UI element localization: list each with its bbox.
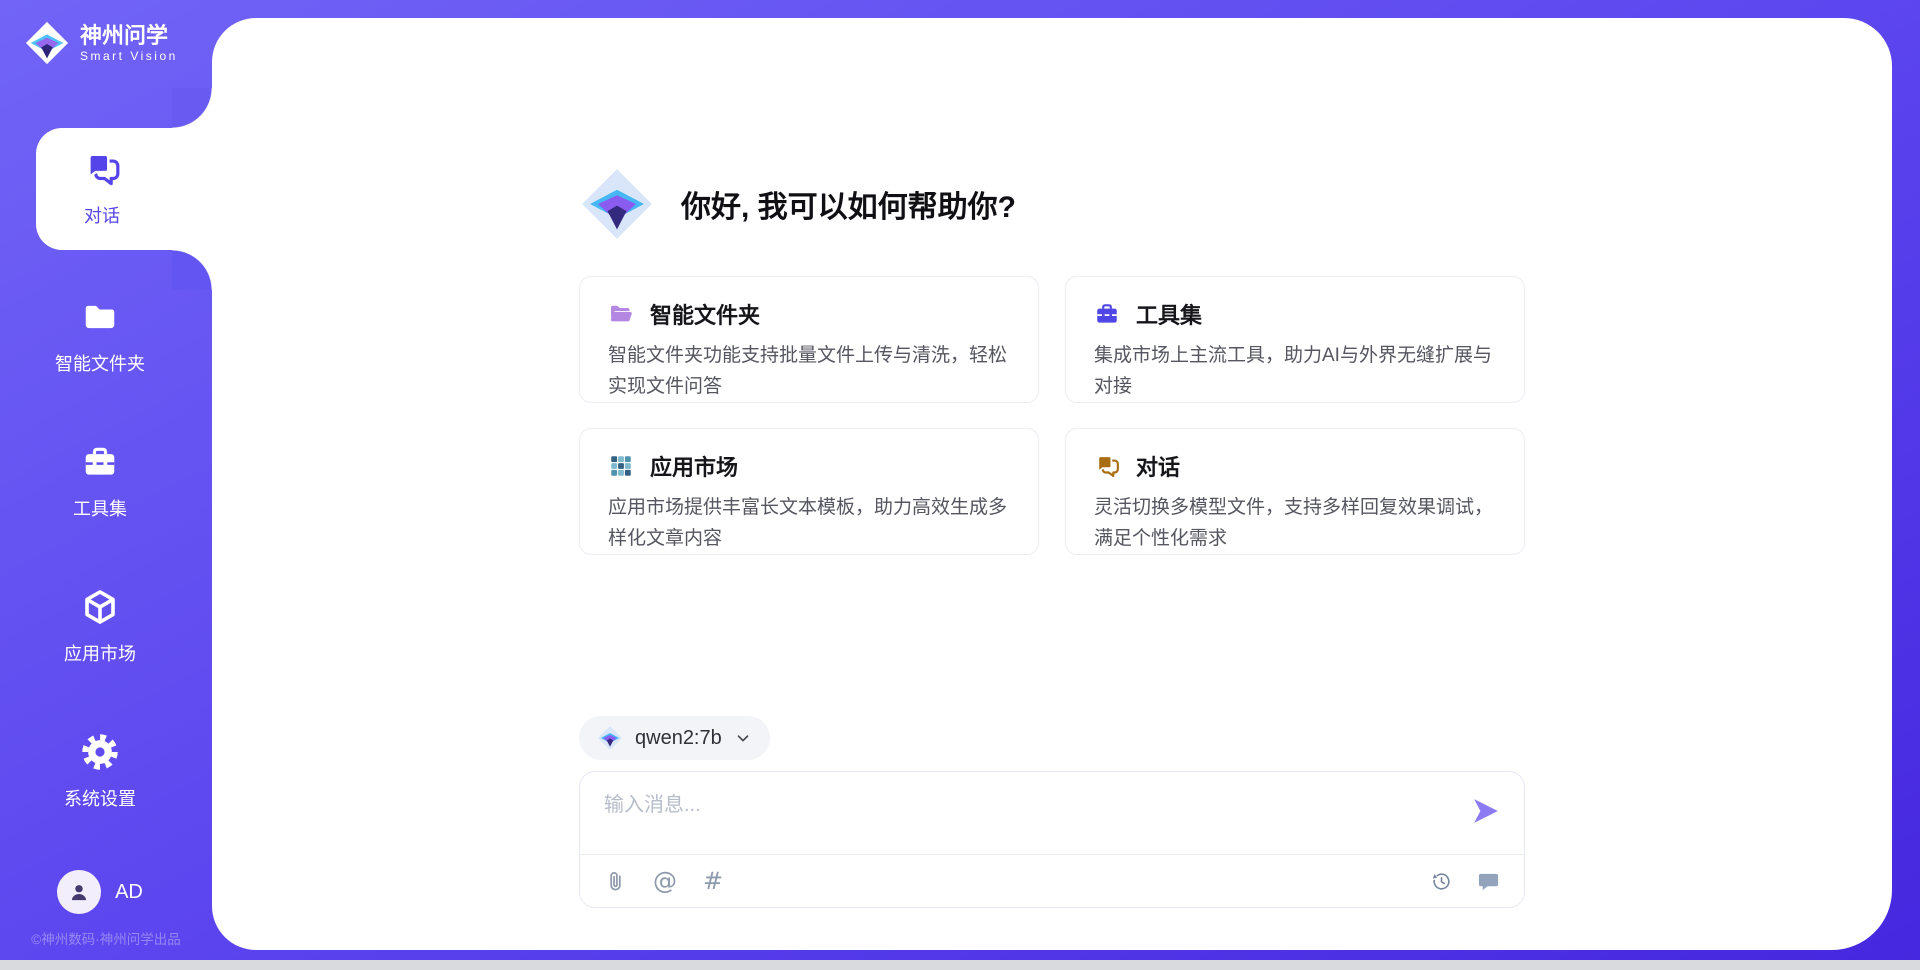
card-title: 工具集 — [1136, 298, 1202, 330]
grid-icon — [608, 453, 634, 479]
chevron-down-icon — [734, 729, 752, 747]
content-column: 你好, 我可以如何帮助你? 智能文件夹 智能文件夹功能支持批量文件上传与清洗，轻… — [579, 18, 1525, 950]
card-title: 对话 — [1136, 450, 1180, 482]
user-initials: AD — [115, 881, 143, 904]
sidebar-item-settings[interactable]: 系统设置 — [0, 733, 200, 811]
sidebar-item-label: 智能文件夹 — [55, 350, 145, 376]
toolbox-icon — [81, 443, 119, 486]
card-description: 灵活切换多模型文件，支持多样回复效果调试，满足个性化需求 — [1094, 492, 1496, 554]
at-icon: @ — [653, 869, 677, 893]
sidebar-item-toolset[interactable]: 工具集 — [0, 443, 200, 521]
topic-button[interactable]: # — [703, 869, 723, 893]
mention-button[interactable]: @ — [653, 869, 677, 893]
attach-button[interactable] — [604, 870, 627, 893]
history-icon — [1430, 870, 1453, 893]
history-button[interactable] — [1430, 870, 1453, 893]
brand-name: 神州问学 — [80, 23, 178, 48]
feedback-button[interactable] — [1477, 870, 1500, 893]
gear-icon — [81, 733, 119, 776]
hash-icon: # — [703, 869, 723, 893]
card-title: 智能文件夹 — [650, 298, 760, 330]
main-panel: 你好, 我可以如何帮助你? 智能文件夹 智能文件夹功能支持批量文件上传与清洗，轻… — [212, 18, 1892, 950]
card-description: 应用市场提供丰富长文本模板，助力高效生成多样化文章内容 — [608, 492, 1010, 554]
send-icon — [1471, 796, 1501, 826]
brand-subtitle: Smart Vision — [80, 49, 178, 63]
model-name: qwen2:7b — [635, 727, 722, 750]
person-icon — [66, 879, 92, 905]
card-description: 集成市场上主流工具，助力AI与外界无缝扩展与对接 — [1094, 340, 1496, 402]
copyright-text: ©神州数码·神州问学出品 — [0, 928, 212, 948]
app-root: 神州问学 Smart Vision 对话 智能文件夹 — [0, 0, 1920, 970]
sidebar-item-label: 系统设置 — [64, 785, 136, 811]
sidebar-item-app-market[interactable]: 应用市场 — [0, 588, 200, 666]
assistant-diamond-icon — [579, 166, 655, 242]
model-diamond-icon — [597, 725, 623, 751]
chat-bubble-icon — [1477, 870, 1500, 893]
composer-toolbar-right — [1430, 870, 1500, 893]
user-account[interactable]: AD — [0, 870, 200, 914]
message-composer: @ # — [579, 771, 1525, 908]
brand-diamond-icon — [24, 20, 70, 66]
sidebar-item-smart-folder[interactable]: 智能文件夹 — [0, 298, 200, 376]
card-chat[interactable]: 对话 灵活切换多模型文件，支持多样回复效果调试，满足个性化需求 — [1065, 428, 1525, 555]
sidebar-item-label: 应用市场 — [64, 640, 136, 666]
model-selector[interactable]: qwen2:7b — [579, 716, 770, 760]
avatar — [57, 870, 101, 914]
cube-icon — [81, 588, 119, 631]
feature-cards: 智能文件夹 智能文件夹功能支持批量文件上传与清洗，轻松实现文件问答 — [579, 276, 1525, 555]
brand-logo: 神州问学 Smart Vision — [24, 20, 178, 66]
folder-icon — [81, 298, 119, 341]
card-smart-folder[interactable]: 智能文件夹 智能文件夹功能支持批量文件上传与清洗，轻松实现文件问答 — [579, 276, 1039, 403]
card-title: 应用市场 — [650, 450, 738, 482]
sidebar-item-label: 对话 — [84, 202, 120, 228]
sidebar-item-label: 工具集 — [73, 495, 127, 521]
horizontal-scrollbar[interactable] — [0, 960, 1920, 970]
tab-curve-top — [172, 88, 212, 128]
sidebar-item-chat[interactable]: 对话 — [36, 128, 212, 250]
folder-open-icon — [608, 301, 634, 327]
sidebar: 神州问学 Smart Vision 对话 智能文件夹 — [0, 0, 212, 970]
message-input[interactable] — [604, 788, 1444, 840]
card-description: 智能文件夹功能支持批量文件上传与清洗，轻松实现文件问答 — [608, 340, 1010, 402]
toolbox-icon — [1094, 301, 1120, 327]
chat-icon — [83, 150, 121, 193]
greeting: 你好, 我可以如何帮助你? — [579, 166, 1016, 242]
greeting-title: 你好, 我可以如何帮助你? — [681, 182, 1016, 226]
send-button[interactable] — [1470, 796, 1502, 828]
chat-icon — [1094, 453, 1120, 479]
card-toolset[interactable]: 工具集 集成市场上主流工具，助力AI与外界无缝扩展与对接 — [1065, 276, 1525, 403]
composer-toolbar: @ # — [580, 854, 1524, 907]
card-app-market[interactable]: 应用市场 应用市场提供丰富长文本模板，助力高效生成多样化文章内容 — [579, 428, 1039, 555]
paperclip-icon — [604, 870, 627, 893]
tab-curve-bottom — [172, 250, 212, 290]
